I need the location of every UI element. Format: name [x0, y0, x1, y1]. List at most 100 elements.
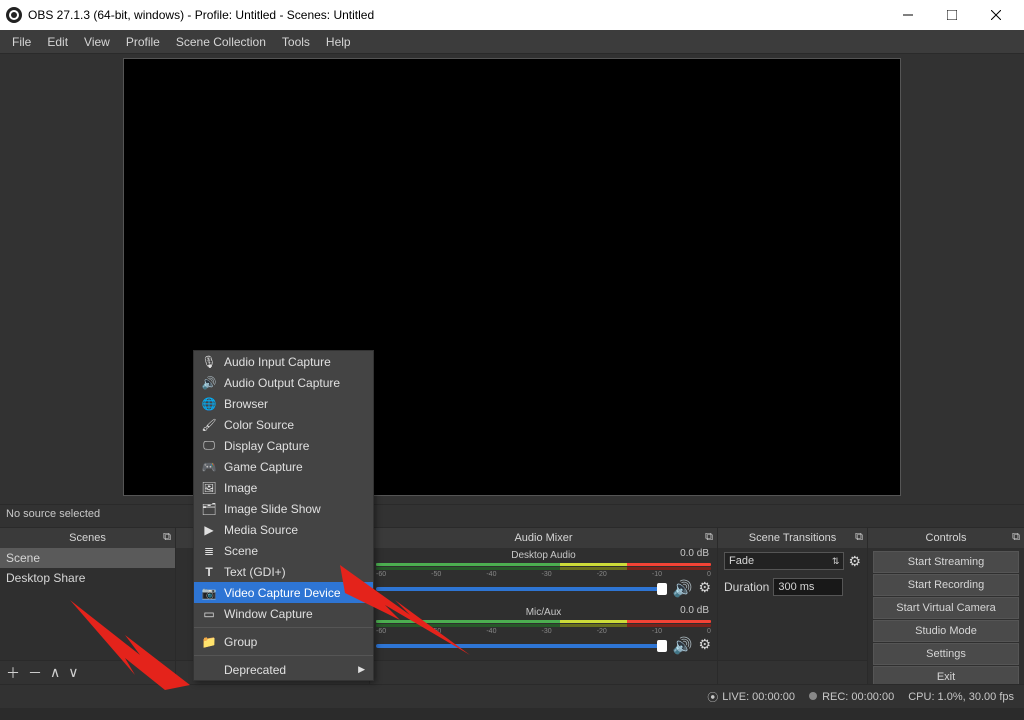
duration-label: Duration	[724, 580, 769, 594]
menu-help[interactable]: Help	[318, 35, 359, 49]
start-recording-button[interactable]: Start Recording	[873, 574, 1019, 596]
menu-view[interactable]: View	[76, 35, 118, 49]
track-name: Mic/Aux	[376, 607, 711, 619]
popout-icon[interactable]: ⧉	[163, 531, 171, 544]
window-title: OBS 27.1.3 (64-bit, windows) - Profile: …	[28, 8, 374, 22]
volume-meter	[376, 563, 711, 566]
menu-profile[interactable]: Profile	[118, 35, 168, 49]
menu-file[interactable]: File	[4, 35, 39, 49]
track-name: Desktop Audio	[376, 550, 711, 562]
camera-icon: 📷	[202, 586, 216, 600]
scenes-header: Scenes ⧉	[0, 528, 175, 548]
start-virtual-camera-button[interactable]: Start Virtual Camera	[873, 597, 1019, 619]
scenes-panel: Scenes ⧉ Scene Desktop Share ＋ － ∧ ∨	[0, 528, 176, 684]
chevron-right-icon: ▶	[358, 664, 365, 675]
ctx-audio-input[interactable]: 🎙Audio Input Capture	[194, 351, 373, 372]
window-icon: ▭	[202, 607, 216, 621]
text-icon: T	[202, 565, 216, 579]
audio-mixer-panel: Audio Mixer ⧉ Desktop Audio 0.0 dB -60-5…	[370, 528, 718, 684]
ctx-browser[interactable]: 🌐Browser	[194, 393, 373, 414]
gear-icon[interactable]: ⚙	[698, 636, 711, 656]
controls-panel: Controls ⧉ Start Streaming Start Recordi…	[868, 528, 1024, 684]
track-db: 0.0 dB	[680, 605, 709, 616]
ctx-image-slideshow[interactable]: 🗂Image Slide Show	[194, 498, 373, 519]
ctx-deprecated[interactable]: Deprecated▶	[194, 659, 373, 680]
menubar: File Edit View Profile Scene Collection …	[0, 30, 1024, 54]
meter-ticks: -60-50-40-30-20-100	[376, 628, 711, 634]
menu-tools[interactable]: Tools	[274, 35, 318, 49]
gear-icon[interactable]: ⚙	[848, 553, 861, 570]
images-icon: 🗂	[202, 502, 216, 516]
ctx-audio-output[interactable]: 🔊Audio Output Capture	[194, 372, 373, 393]
transitions-body: Fade ⇅ ⚙ Duration	[718, 548, 867, 660]
scene-down-button[interactable]: ∨	[68, 664, 78, 681]
transition-select[interactable]: Fade ⇅	[724, 552, 844, 570]
gamepad-icon: 🎮	[202, 460, 216, 474]
no-source-label: No source selected	[0, 504, 1024, 528]
ctx-window-capture[interactable]: ▭Window Capture	[194, 603, 373, 624]
menu-edit[interactable]: Edit	[39, 35, 76, 49]
folder-icon: 📁	[202, 635, 216, 649]
minimize-button[interactable]	[886, 0, 930, 30]
volume-slider[interactable]	[376, 587, 667, 591]
scene-item[interactable]: Scene	[0, 548, 175, 568]
brush-icon: 🖌	[202, 418, 216, 432]
scene-up-button[interactable]: ∧	[50, 664, 60, 681]
scene-item[interactable]: Desktop Share	[0, 568, 175, 588]
popout-icon[interactable]: ⧉	[1012, 531, 1020, 544]
popout-icon[interactable]: ⧉	[705, 531, 713, 544]
titlebar: OBS 27.1.3 (64-bit, windows) - Profile: …	[0, 0, 1024, 30]
ctx-image[interactable]: 🖼Image	[194, 477, 373, 498]
mic-icon: 🎙	[202, 355, 216, 369]
volume-slider[interactable]	[376, 644, 667, 648]
monitor-icon: 🖵	[202, 438, 216, 453]
ctx-video-capture-device[interactable]: 📷Video Capture Device	[194, 582, 373, 603]
mute-icon[interactable]: 🔊	[673, 579, 693, 599]
globe-icon: 🌐	[202, 397, 216, 411]
close-button[interactable]	[974, 0, 1018, 30]
image-icon: 🖼	[202, 481, 216, 495]
controls-header: Controls ⧉	[868, 528, 1024, 548]
transitions-title: Scene Transitions	[749, 532, 836, 544]
gear-icon[interactable]: ⚙	[698, 579, 711, 599]
settings-button[interactable]: Settings	[873, 643, 1019, 665]
studio-mode-button[interactable]: Studio Mode	[873, 620, 1019, 642]
controls-body: Start Streaming Start Recording Start Vi…	[868, 548, 1024, 684]
menu-scene-collection[interactable]: Scene Collection	[168, 35, 274, 49]
cpu-status: CPU: 1.0%, 30.00 fps	[908, 691, 1014, 703]
volume-meter	[376, 620, 711, 623]
ctx-scene[interactable]: ≣Scene	[194, 540, 373, 561]
app-logo-icon	[6, 7, 22, 23]
audio-track: Desktop Audio 0.0 dB -60-50-40-30-20-100…	[370, 548, 717, 599]
ctx-display-capture[interactable]: 🖵Display Capture	[194, 435, 373, 456]
mixer-body: Desktop Audio 0.0 dB -60-50-40-30-20-100…	[370, 548, 717, 660]
controls-title: Controls	[926, 532, 967, 544]
ctx-media-source[interactable]: ▶Media Source	[194, 519, 373, 540]
ctx-text[interactable]: TText (GDI+)	[194, 561, 373, 582]
popout-icon[interactable]: ⧉	[855, 531, 863, 544]
volume-meter	[376, 624, 711, 627]
volume-meter	[376, 567, 711, 570]
speaker-icon: 🔊	[202, 376, 216, 390]
maximize-button[interactable]	[930, 0, 974, 30]
ctx-color-source[interactable]: 🖌Color Source	[194, 414, 373, 435]
add-source-context-menu[interactable]: 🎙Audio Input Capture 🔊Audio Output Captu…	[193, 350, 374, 681]
mixer-title: Audio Mixer	[514, 532, 572, 544]
start-streaming-button[interactable]: Start Streaming	[873, 551, 1019, 573]
exit-button[interactable]: Exit	[873, 666, 1019, 684]
transition-value: Fade	[729, 555, 754, 567]
meter-ticks: -60-50-40-30-20-100	[376, 571, 711, 577]
ctx-group[interactable]: 📁Group	[194, 631, 373, 652]
preview-area	[0, 54, 1024, 504]
duration-input[interactable]	[773, 578, 843, 596]
scenes-list[interactable]: Scene Desktop Share	[0, 548, 175, 660]
ctx-game-capture[interactable]: 🎮Game Capture	[194, 456, 373, 477]
list-icon: ≣	[202, 544, 216, 558]
transitions-header: Scene Transitions ⧉	[718, 528, 867, 548]
remove-scene-button[interactable]: －	[28, 663, 42, 683]
scenes-title: Scenes	[69, 532, 106, 544]
statusbar: ⦿LIVE: 00:00:00 REC: 00:00:00 CPU: 1.0%,…	[0, 684, 1024, 708]
add-scene-button[interactable]: ＋	[6, 663, 20, 683]
mute-icon[interactable]: 🔊	[673, 636, 693, 656]
rec-status: REC: 00:00:00	[809, 691, 894, 703]
